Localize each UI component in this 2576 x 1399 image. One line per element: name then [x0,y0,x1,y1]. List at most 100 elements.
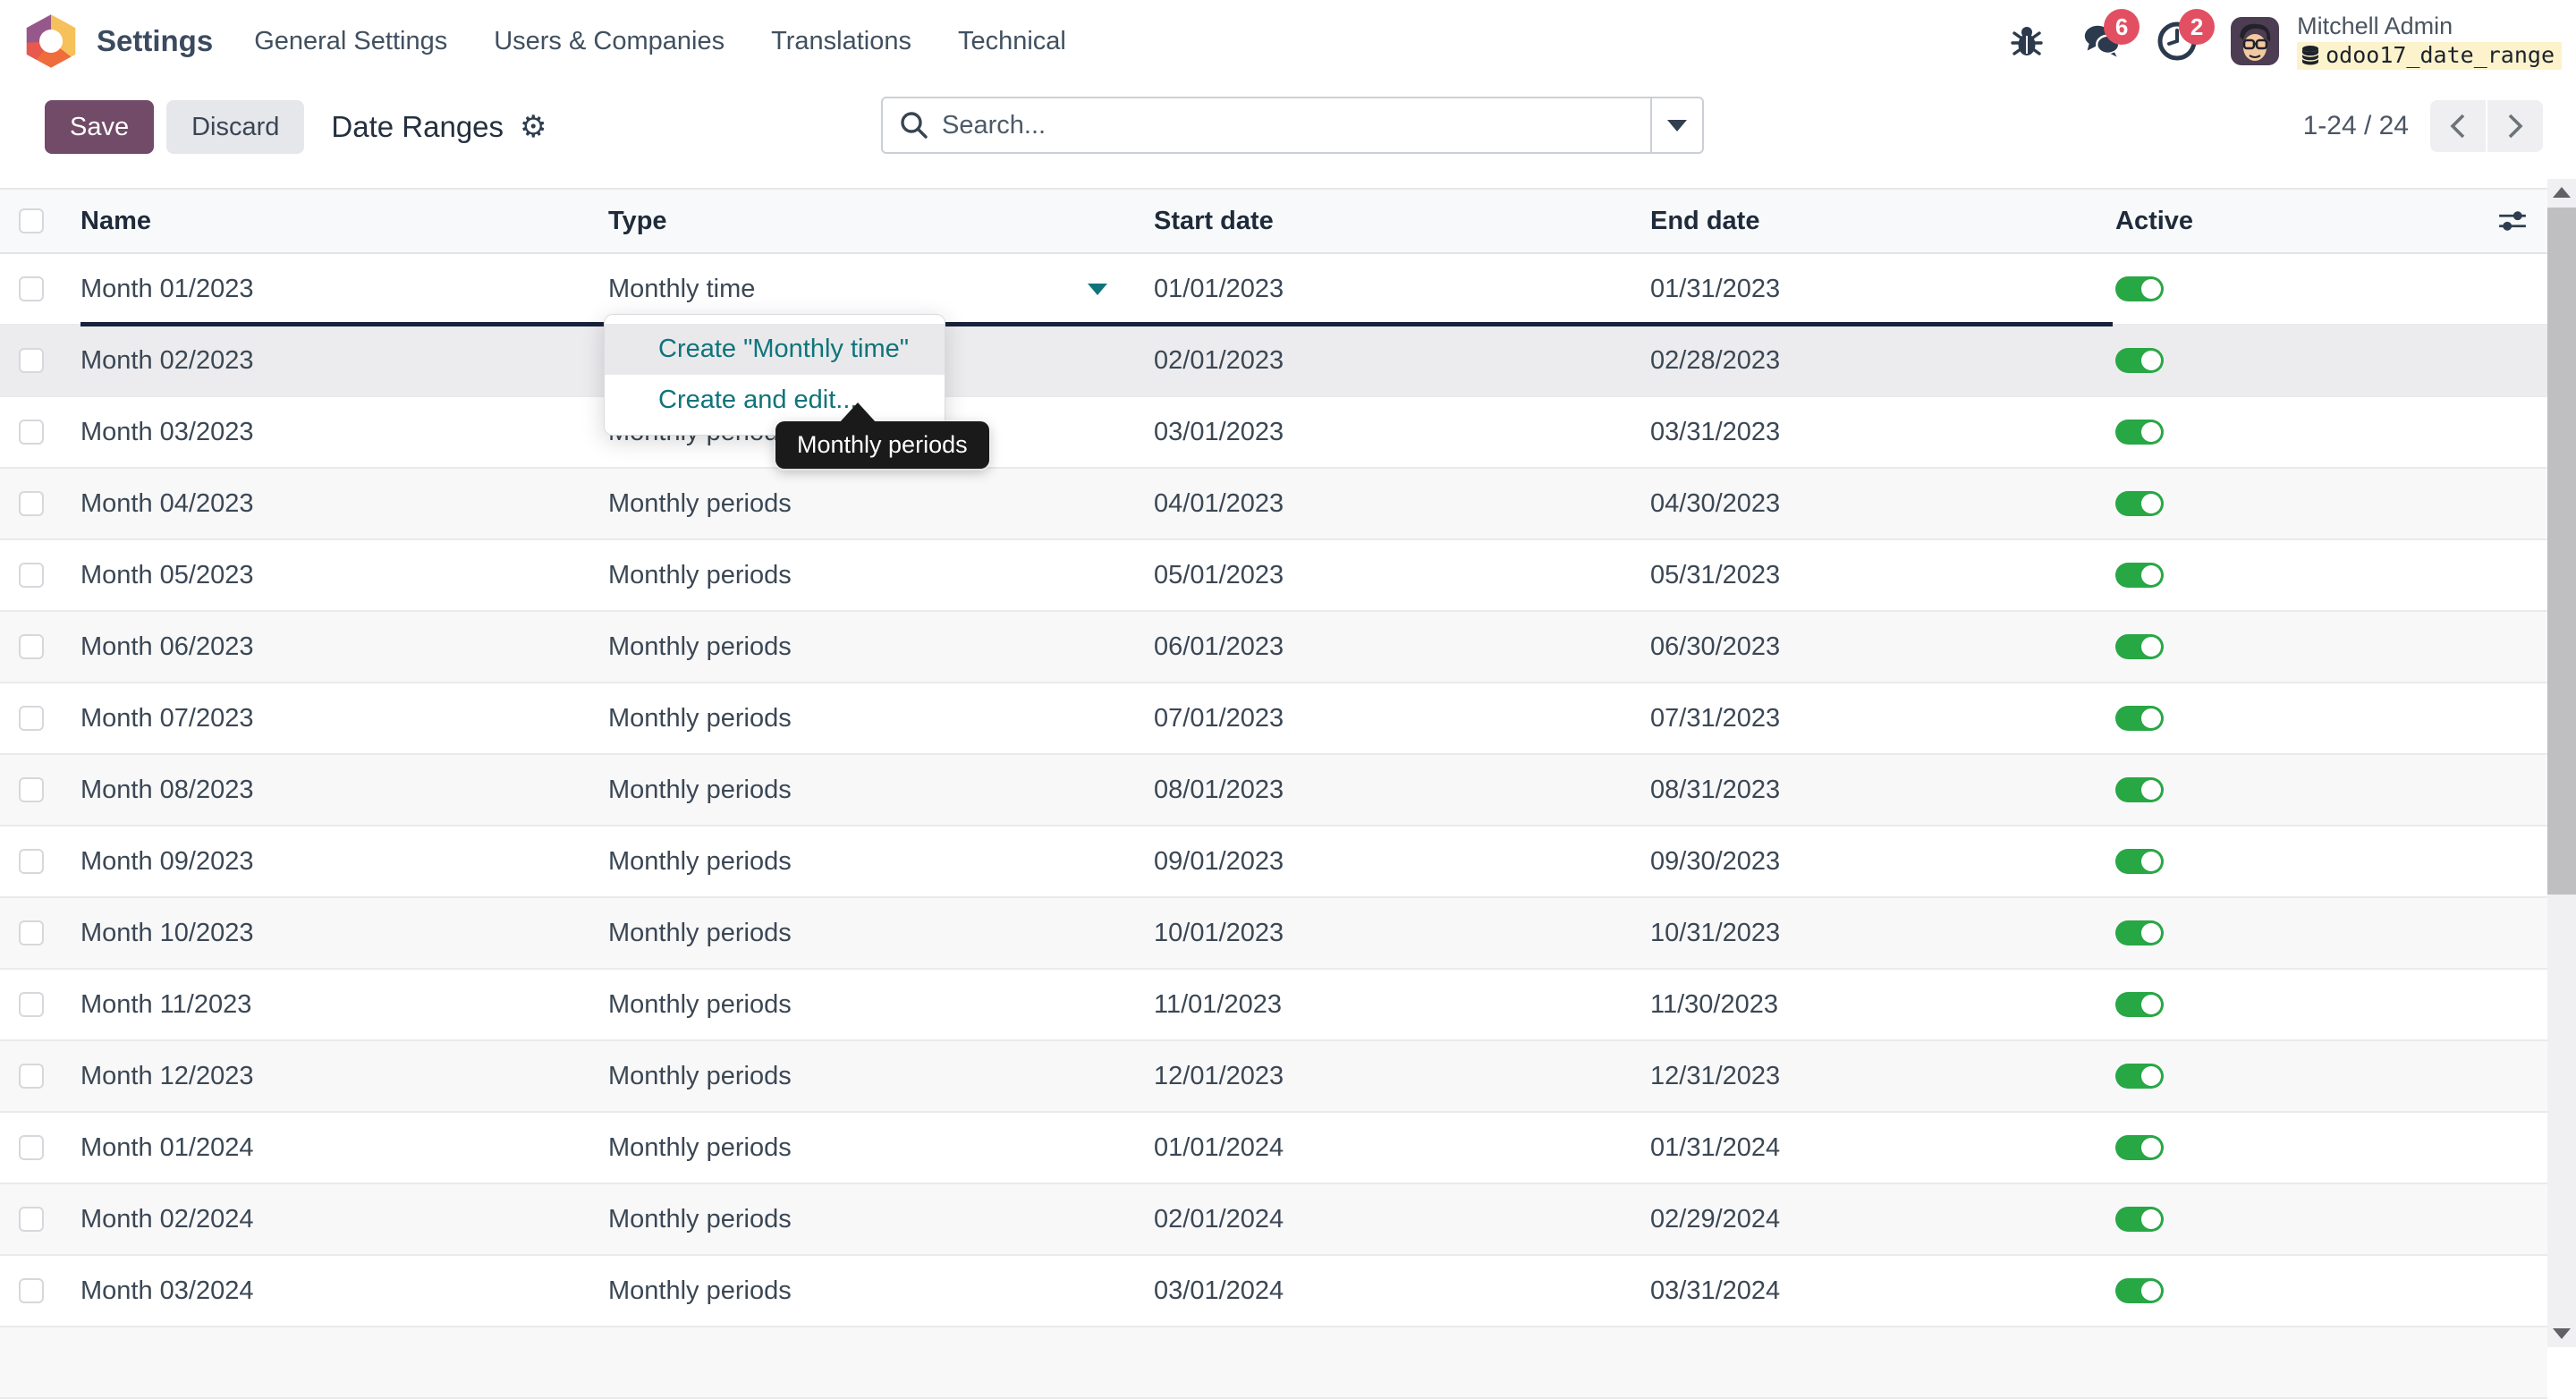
cell-end-date[interactable]: 01/31/2023 [1650,275,2115,304]
cell-name[interactable]: Month 01/2024 [80,1133,608,1163]
active-toggle[interactable] [2115,1278,2164,1303]
search-bar[interactable]: Search... [881,97,1704,154]
cell-start-date[interactable]: 06/01/2023 [1154,632,1650,662]
dropdown-item-create[interactable]: Create "Monthly time" [605,324,945,375]
cell-end-date[interactable]: 08/31/2023 [1650,776,2115,805]
cell-type[interactable]: Monthly periods [608,776,1154,805]
row-checkbox[interactable] [19,920,44,945]
cell-start-date[interactable]: 03/01/2023 [1154,418,1650,447]
cell-start-date[interactable]: 04/01/2023 [1154,489,1650,519]
column-header-start[interactable]: Start date [1154,207,1650,236]
cell-start-date[interactable]: 12/01/2023 [1154,1062,1650,1091]
cell-type[interactable]: Monthly periods [608,919,1154,948]
active-toggle[interactable] [2115,491,2164,516]
cell-start-date[interactable]: 01/01/2024 [1154,1133,1650,1163]
row-checkbox[interactable] [19,777,44,802]
table-row[interactable]: Month 03/2023Monthly periods03/01/202303… [0,397,2547,469]
active-toggle[interactable] [2115,420,2164,445]
cell-type[interactable]: Monthly periods [608,704,1154,733]
save-button[interactable]: Save [45,100,154,154]
cell-name[interactable]: Month 11/2023 [80,990,608,1020]
table-row[interactable]: Month 04/2023Monthly periods04/01/202304… [0,469,2547,540]
cell-name[interactable]: Month 08/2023 [80,776,608,805]
row-checkbox[interactable] [19,1135,44,1160]
cell-name[interactable]: Month 03/2024 [80,1276,608,1306]
cell-end-date[interactable]: 01/31/2024 [1650,1133,2115,1163]
type-dropdown-caret-icon[interactable] [1088,284,1107,295]
cell-end-date[interactable]: 05/31/2023 [1650,561,2115,590]
cell-start-date[interactable]: 03/01/2024 [1154,1276,1650,1306]
cell-name[interactable]: Month 12/2023 [80,1062,608,1091]
cell-start-date[interactable]: 11/01/2023 [1154,990,1650,1020]
table-row[interactable]: Month 12/2023Monthly periods12/01/202312… [0,1041,2547,1113]
cell-type[interactable]: Monthly periods [608,1276,1154,1306]
cell-start-date[interactable]: 05/01/2023 [1154,561,1650,590]
row-checkbox[interactable] [19,348,44,373]
action-gear-icon[interactable]: ⚙ [520,112,547,142]
pager-previous-button[interactable] [2430,100,2486,152]
cell-type[interactable]: Monthly periods [608,561,1154,590]
cell-type[interactable]: Monthly periods [608,489,1154,519]
vertical-scrollbar[interactable] [2547,179,2576,1347]
active-toggle[interactable] [2115,1207,2164,1232]
active-toggle[interactable] [2115,992,2164,1017]
active-toggle[interactable] [2115,276,2164,301]
active-toggle[interactable] [2115,920,2164,945]
cell-name[interactable]: Month 01/2023 [80,275,608,304]
active-toggle[interactable] [2115,849,2164,874]
optional-columns-button[interactable] [2496,200,2547,242]
table-row[interactable]: Month 11/2023Monthly periods11/01/202311… [0,970,2547,1041]
active-toggle[interactable] [2115,706,2164,731]
row-checkbox[interactable] [19,491,44,516]
table-row[interactable]: Month 10/2023Monthly periods10/01/202310… [0,898,2547,970]
row-checkbox[interactable] [19,276,44,301]
cell-name[interactable]: Month 05/2023 [80,561,608,590]
cell-name[interactable]: Month 02/2023 [80,346,608,376]
table-row[interactable]: Month 08/2023Monthly periods08/01/202308… [0,755,2547,827]
table-row[interactable]: Month 01/2023Monthly time01/01/202301/31… [0,254,2547,326]
cell-name[interactable]: Month 07/2023 [80,704,608,733]
row-checkbox[interactable] [19,1064,44,1089]
cell-name[interactable]: Month 03/2023 [80,418,608,447]
cell-type[interactable]: Monthly periods [608,632,1154,662]
cell-start-date[interactable]: 10/01/2023 [1154,919,1650,948]
table-row[interactable]: Month 05/2023Monthly periods05/01/202305… [0,540,2547,612]
column-header-name[interactable]: Name [80,207,608,236]
active-toggle[interactable] [2115,634,2164,659]
active-toggle[interactable] [2115,1135,2164,1160]
table-row[interactable]: Month 09/2023Monthly periods09/01/202309… [0,827,2547,898]
cell-name[interactable]: Month 10/2023 [80,919,608,948]
table-row[interactable]: Month 02/2024Monthly periods02/01/202402… [0,1184,2547,1256]
cell-end-date[interactable]: 06/30/2023 [1650,632,2115,662]
cell-start-date[interactable]: 02/01/2024 [1154,1205,1650,1234]
cell-type[interactable]: Monthly periods [608,847,1154,877]
scrollbar-down-arrow[interactable] [2547,1320,2576,1347]
column-header-active[interactable]: Active [2115,207,2496,236]
table-row[interactable]: Month 03/2024Monthly periods03/01/202403… [0,1256,2547,1327]
cell-end-date[interactable]: 11/30/2023 [1650,990,2115,1020]
row-checkbox[interactable] [19,420,44,445]
scrollbar-up-arrow[interactable] [2547,179,2576,206]
active-toggle[interactable] [2115,1064,2164,1089]
search-filters-caret[interactable] [1650,98,1702,152]
active-toggle[interactable] [2115,563,2164,588]
scrollbar-thumb[interactable] [2547,208,2576,895]
cell-end-date[interactable]: 03/31/2023 [1650,418,2115,447]
cell-end-date[interactable]: 02/28/2023 [1650,346,2115,376]
cell-end-date[interactable]: 03/31/2024 [1650,1276,2115,1306]
cell-name[interactable]: Month 02/2024 [80,1205,608,1234]
cell-type[interactable]: Monthly time [608,275,1154,304]
cell-end-date[interactable]: 10/31/2023 [1650,919,2115,948]
table-row[interactable]: Month 01/2024Monthly periods01/01/202401… [0,1113,2547,1184]
cell-type[interactable]: Monthly periods [608,1205,1154,1234]
cell-type[interactable]: Monthly periods [608,1062,1154,1091]
active-toggle[interactable] [2115,777,2164,802]
cell-name[interactable]: Month 06/2023 [80,632,608,662]
cell-end-date[interactable]: 12/31/2023 [1650,1062,2115,1091]
cell-start-date[interactable]: 07/01/2023 [1154,704,1650,733]
cell-name[interactable]: Month 09/2023 [80,847,608,877]
cell-type[interactable]: Monthly periods [608,1133,1154,1163]
discard-button[interactable]: Discard [166,100,304,154]
cell-end-date[interactable]: 02/29/2024 [1650,1205,2115,1234]
row-checkbox[interactable] [19,1278,44,1303]
